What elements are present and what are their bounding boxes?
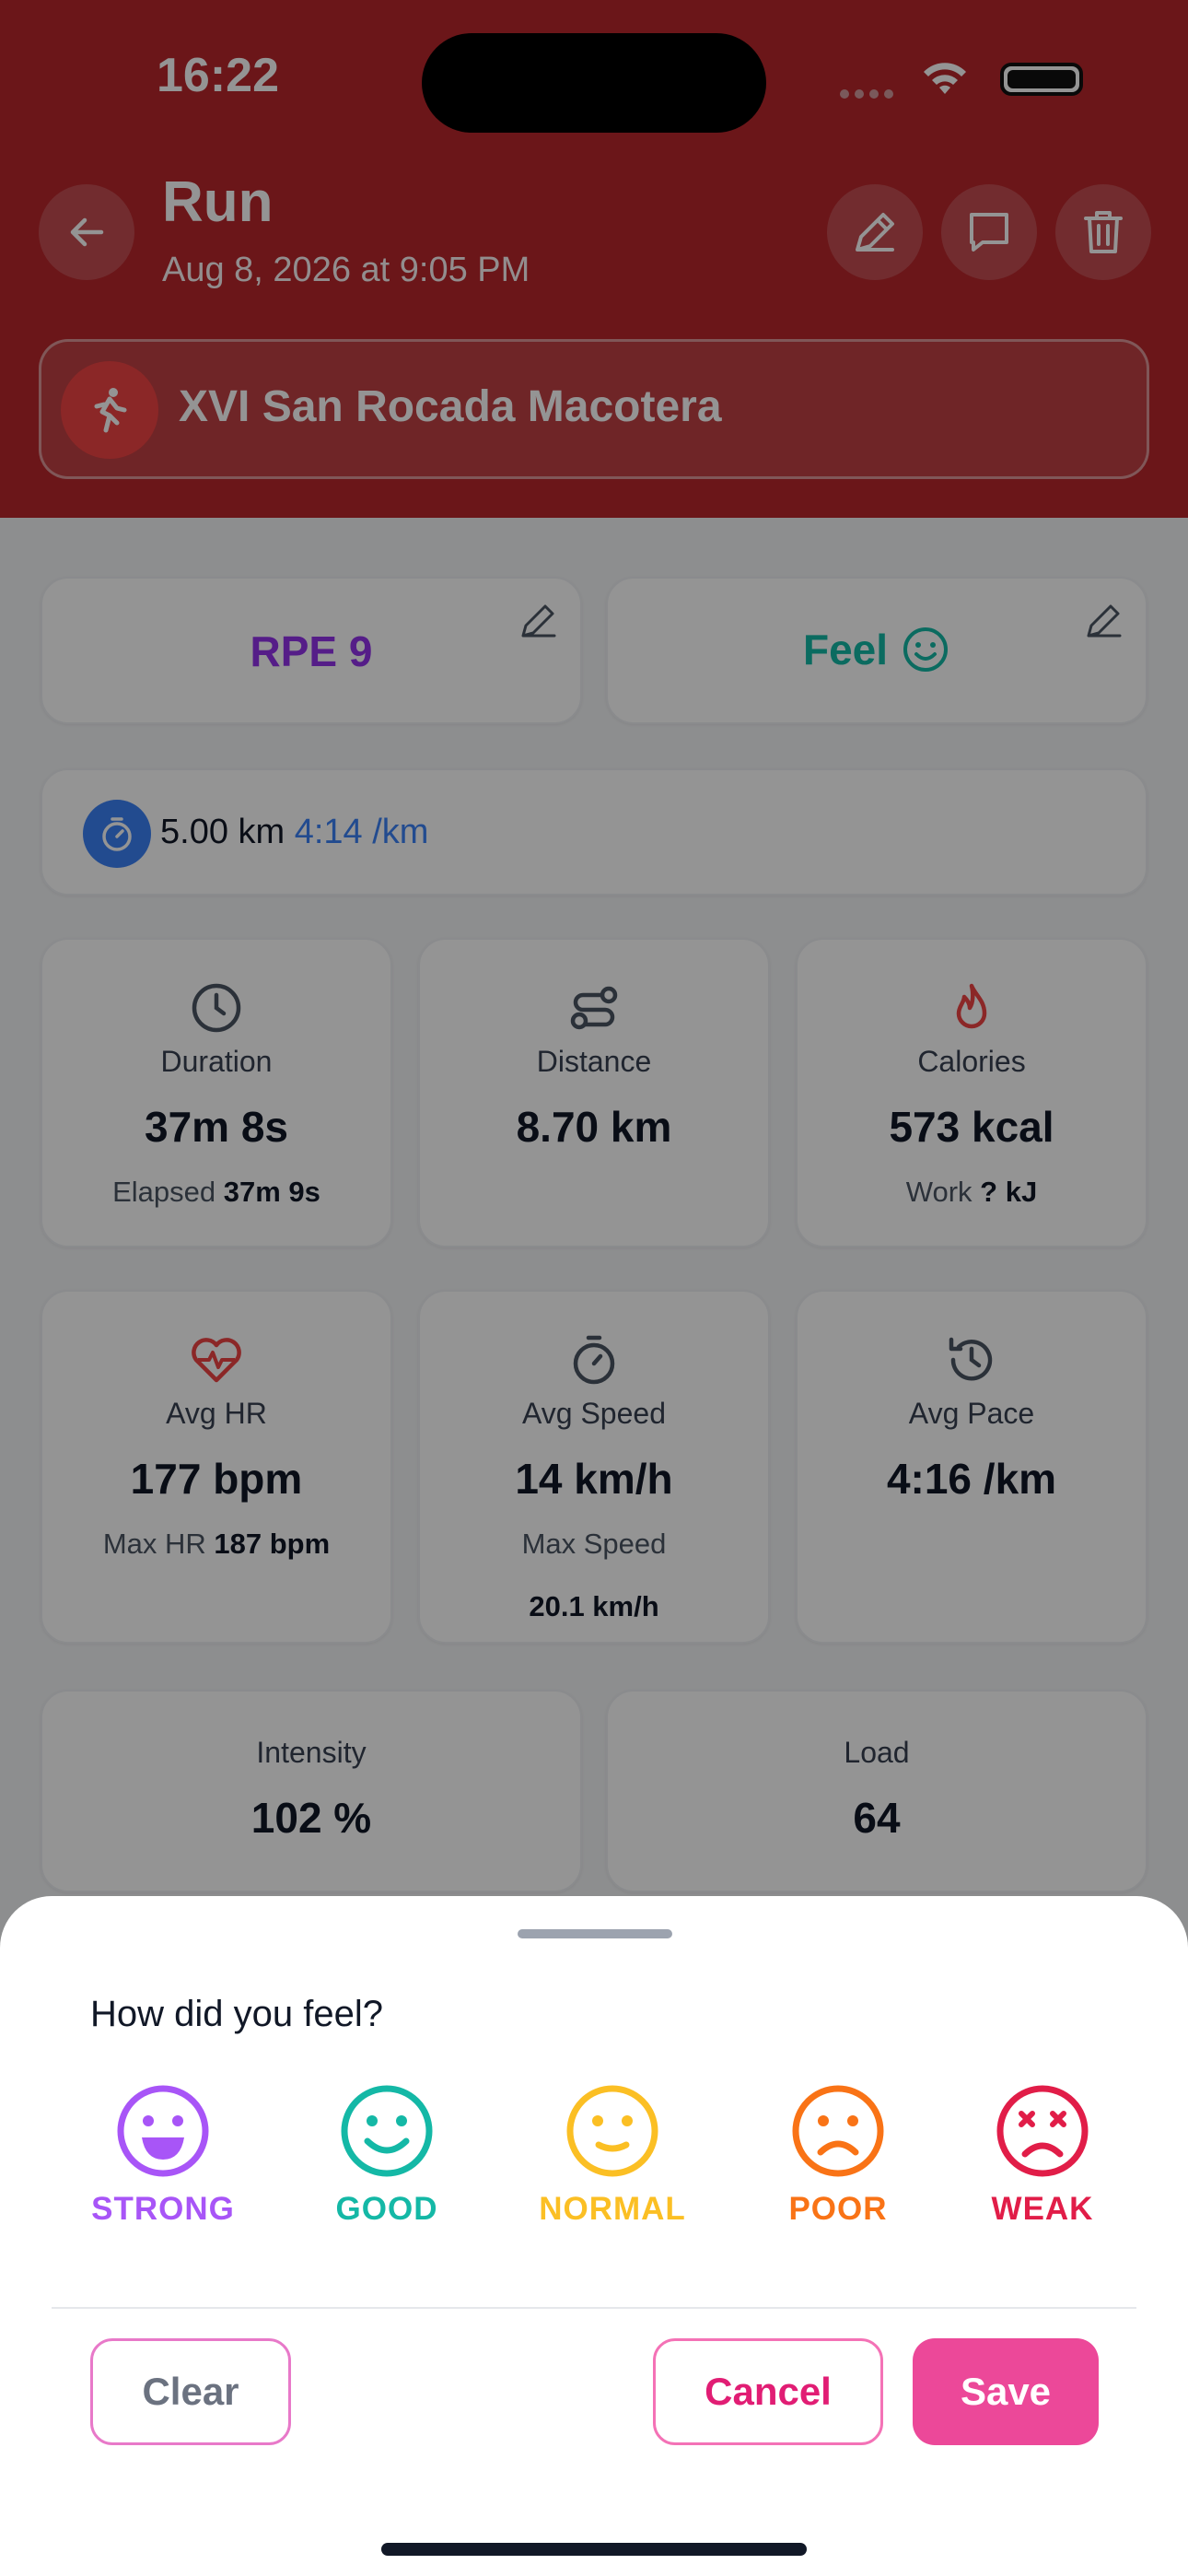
feel-option-label: WEAK [991,2191,1094,2227]
feel-option-weak[interactable]: WEAK [950,2082,1135,2228]
frown-icon [792,2085,884,2177]
feel-option-label: STRONG [91,2191,235,2227]
feel-option-normal[interactable]: NORMAL [520,2082,705,2228]
feel-option-strong[interactable]: STRONG [71,2082,255,2228]
home-indicator[interactable] [381,2543,807,2556]
grin-icon [117,2085,209,2177]
clear-button[interactable]: Clear [90,2338,291,2445]
sheet-grabber[interactable] [518,1929,672,1938]
dizzy-face-icon [996,2085,1089,2177]
feel-option-poor[interactable]: POOR [746,2082,930,2228]
sheet-question: How did you feel? [90,1994,383,2034]
sheet-divider [52,2307,1136,2309]
feel-option-good[interactable]: GOOD [295,2082,479,2228]
smile-icon [341,2085,433,2177]
feel-option-label: GOOD [335,2191,438,2227]
feel-option-label: NORMAL [539,2191,686,2227]
neutral-smile-icon [566,2085,658,2177]
cancel-button[interactable]: Cancel [653,2338,883,2445]
save-button[interactable]: Save [913,2338,1099,2445]
feel-option-label: POOR [788,2191,888,2227]
